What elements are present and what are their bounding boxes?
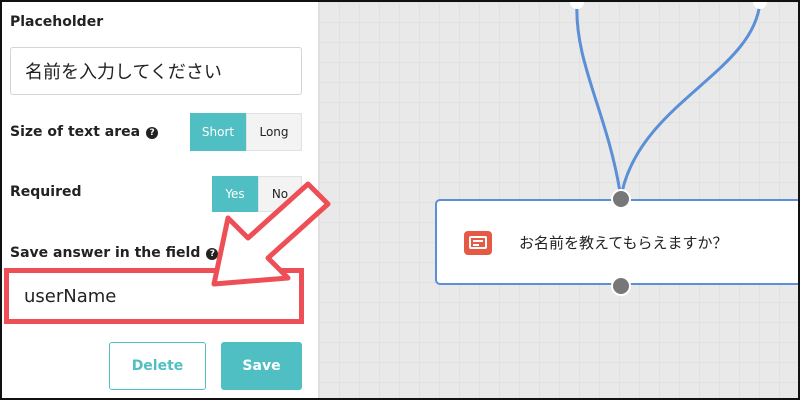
arrow-shape	[211, 181, 331, 287]
annotation-arrow-icon	[211, 181, 331, 287]
app-frame: Placeholder 名前を入力してください Size of text are…	[0, 0, 800, 400]
